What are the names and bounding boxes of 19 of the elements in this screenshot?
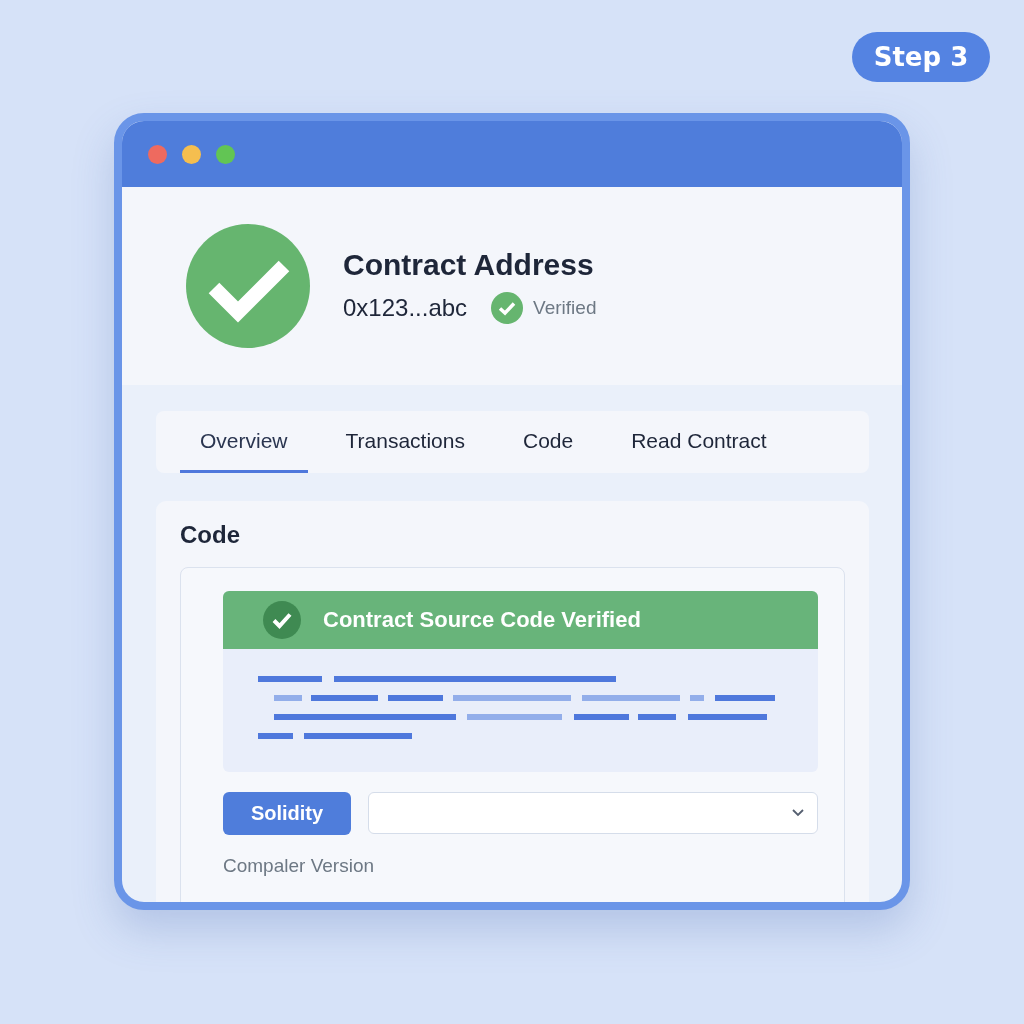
contract-title: Contract Address [343,248,595,282]
window-control[interactable] [148,144,167,164]
window-control[interactable] [182,144,201,164]
step-badge: Step 3 [852,32,990,82]
language-button[interactable]: Solidity [223,792,351,835]
compiler-select[interactable] [368,792,818,834]
check-circle-icon [263,601,301,639]
tab[interactable]: Read Contract [611,411,787,473]
check-circle-icon [491,292,524,324]
window-control[interactable] [216,144,235,164]
verified-label: Verified [533,297,597,319]
banner-text: Contract Source Code Verified [323,607,641,633]
tab[interactable]: Overview [180,411,308,473]
chevron-down-icon [791,808,805,818]
tab[interactable]: Transactions [325,411,485,473]
tab[interactable]: Code [502,411,594,473]
section-title: Code [180,521,241,549]
contract-address: 0x123...abc [343,294,468,322]
compiler-label: Compaler Version [223,855,376,877]
